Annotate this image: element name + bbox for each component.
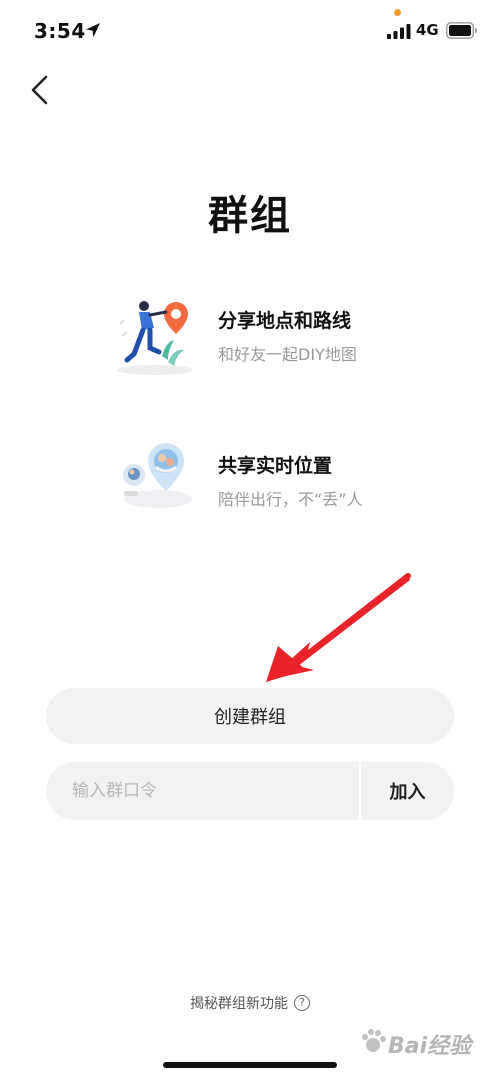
share-route-illustration — [117, 301, 193, 375]
screen: 3:54 4G 群组 分享地点和路线 和好友一起DIY地图 共享实时位置 陪伴出… — [0, 0, 500, 1082]
join-button[interactable]: 加入 — [361, 762, 454, 820]
watermark-logo: Bai经验 — [356, 1018, 498, 1078]
paw-icon — [362, 1029, 386, 1052]
group-code-input[interactable] — [46, 762, 358, 820]
cellular-signal-icon — [387, 24, 411, 39]
feature-title: 共享实时位置 — [218, 455, 333, 477]
feature-share-places: 分享地点和路线 和好友一起DIY地图 — [110, 290, 410, 380]
discover-features-link[interactable]: 揭秘群组新功能 ? — [0, 993, 500, 1013]
chevron-left-icon — [31, 75, 48, 105]
back-button[interactable] — [20, 68, 64, 112]
status-time: 3:54 — [34, 19, 86, 43]
status-bar: 3:54 4G — [0, 0, 500, 62]
page-title: 群组 — [208, 193, 292, 239]
help-icon: ? — [294, 995, 310, 1011]
create-group-button[interactable]: 创建群组 — [46, 688, 454, 744]
join-group-row: 加入 — [46, 762, 454, 820]
home-indicator[interactable] — [163, 1062, 337, 1068]
battery-icon — [446, 22, 477, 39]
feature-description: 陪伴出行，不“丢”人 — [218, 490, 363, 509]
feature-description: 和好友一起DIY地图 — [218, 345, 357, 364]
footer-link-label: 揭秘群组新功能 — [190, 996, 288, 1012]
privacy-indicator-dot — [394, 9, 401, 16]
feature-title: 分享地点和路线 — [218, 310, 352, 332]
annotation-arrow-icon — [266, 573, 411, 682]
network-type-label: 4G — [416, 21, 439, 39]
watermark-text: Bai经验 — [388, 1034, 472, 1059]
location-arrow-icon — [86, 23, 100, 37]
feature-live-location: 共享实时位置 陪伴出行，不“丢”人 — [110, 435, 410, 525]
live-location-illustration — [123, 443, 192, 508]
